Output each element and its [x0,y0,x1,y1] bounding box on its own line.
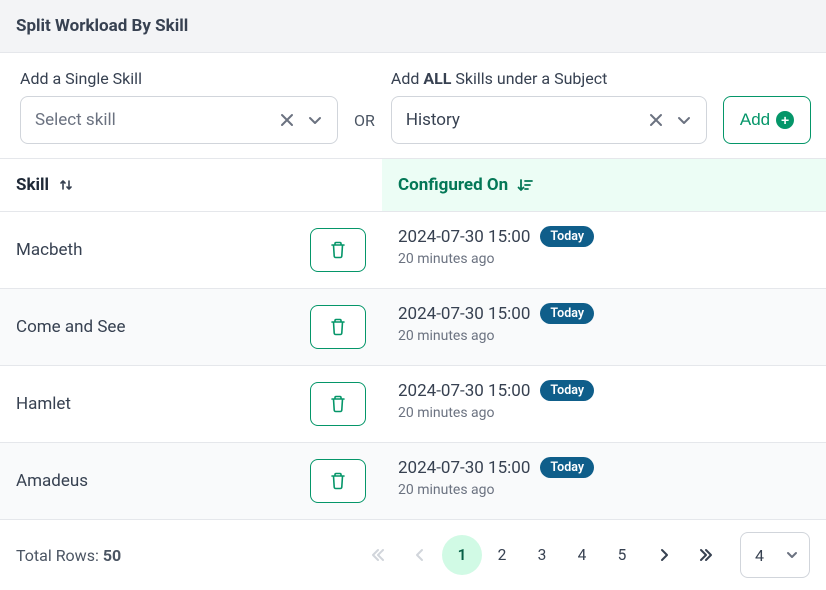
trash-icon [330,472,346,490]
subject-label: Add ALL Skills under a Subject [391,69,707,88]
page-number-button[interactable]: 2 [482,535,522,575]
delete-row-button[interactable] [310,305,366,349]
table-row: Amadeus 2024-07-30 15:00 Today 20 minutes a… [0,443,826,520]
trash-icon [330,241,346,259]
page-size-value: 4 [755,546,764,565]
table-row: Macbeth 2024-07-30 15:00 Today 20 minutes a… [0,212,826,289]
clear-subject-icon[interactable] [644,108,668,132]
cell-configured: 2024-07-30 15:00 Today 20 minutes ago [382,443,826,519]
chevron-left-icon [413,548,427,562]
pagination: 12345 [358,535,726,575]
x-icon [279,112,295,128]
page-number-button[interactable]: 1 [442,535,482,575]
table-body: Macbeth 2024-07-30 15:00 Today 20 minutes a… [0,212,826,520]
page-next-button[interactable] [644,535,684,575]
page-number-button[interactable]: 3 [522,535,562,575]
table-footer: Total Rows: 50 12345 4 [0,520,826,590]
time-ago: 20 minutes ago [398,405,810,421]
table-header-row: Skill Configured On [0,158,826,212]
skill-name: Macbeth [16,240,82,260]
sort-both-icon [57,176,75,194]
cell-skill: Hamlet [0,366,382,442]
cell-skill: Come and See [0,289,382,365]
table-row: Come and See 2024-07-30 15:00 Today 20 minu… [0,289,826,366]
configured-timestamp: 2024-07-30 15:00 [398,227,530,247]
page-number-button[interactable]: 5 [602,535,642,575]
chevron-down-icon [676,112,692,128]
time-ago: 20 minutes ago [398,251,810,267]
page-first-button[interactable] [358,535,398,575]
cell-configured: 2024-07-30 15:00 Today 20 minutes ago [382,366,826,442]
sort-desc-icon [516,176,534,194]
column-header-skill[interactable]: Skill [0,159,382,211]
plus-circle-icon: + [776,111,794,129]
skill-name: Hamlet [16,394,71,414]
cell-configured: 2024-07-30 15:00 Today 20 minutes ago [382,212,826,288]
configured-timestamp: 2024-07-30 15:00 [398,304,530,324]
filter-bar: Add a Single Skill Select skill OR Add A… [0,53,826,158]
skill-name: Amadeus [16,471,88,491]
skill-select-value: Select skill [35,110,275,130]
time-ago: 20 minutes ago [398,482,810,498]
chevron-down-icon [785,548,799,562]
page-header: Split Workload By Skill [0,0,826,53]
page-title: Split Workload By Skill [16,16,188,36]
clear-skill-icon[interactable] [275,108,299,132]
subject-group: Add ALL Skills under a Subject History [391,69,707,144]
chevron-down-icon [307,112,323,128]
skill-chevron-icon[interactable] [303,108,327,132]
chevrons-right-icon [698,547,714,563]
cell-configured: 2024-07-30 15:00 Today 20 minutes ago [382,289,826,365]
page-numbers: 12345 [442,535,642,575]
table-row: Hamlet 2024-07-30 15:00 Today 20 minutes ag… [0,366,826,443]
or-separator: OR [354,111,375,144]
today-badge: Today [540,380,594,401]
trash-icon [330,395,346,413]
cell-skill: Macbeth [0,212,382,288]
page-size-select[interactable]: 4 [740,532,810,578]
single-skill-label: Add a Single Skill [20,69,338,88]
trash-icon [330,318,346,336]
total-rows: Total Rows: 50 [16,546,121,565]
subject-select[interactable]: History [391,96,707,144]
delete-row-button[interactable] [310,459,366,503]
column-header-configured[interactable]: Configured On [382,159,826,211]
subject-select-value: History [406,110,644,130]
delete-row-button[interactable] [310,228,366,272]
time-ago: 20 minutes ago [398,328,810,344]
page-last-button[interactable] [686,535,726,575]
page-number-button[interactable]: 4 [562,535,602,575]
page-prev-button[interactable] [400,535,440,575]
add-button[interactable]: Add + [723,96,811,144]
configured-timestamp: 2024-07-30 15:00 [398,381,530,401]
add-button-label: Add [740,110,770,130]
today-badge: Today [540,303,594,324]
configured-timestamp: 2024-07-30 15:00 [398,458,530,478]
skill-name: Come and See [16,317,125,337]
subject-chevron-icon[interactable] [672,108,696,132]
chevrons-left-icon [370,547,386,563]
skill-select[interactable]: Select skill [20,96,338,144]
today-badge: Today [540,226,594,247]
cell-skill: Amadeus [0,443,382,519]
x-icon [648,112,664,128]
single-skill-group: Add a Single Skill Select skill [20,69,338,144]
today-badge: Today [540,457,594,478]
chevron-right-icon [657,548,671,562]
delete-row-button[interactable] [310,382,366,426]
